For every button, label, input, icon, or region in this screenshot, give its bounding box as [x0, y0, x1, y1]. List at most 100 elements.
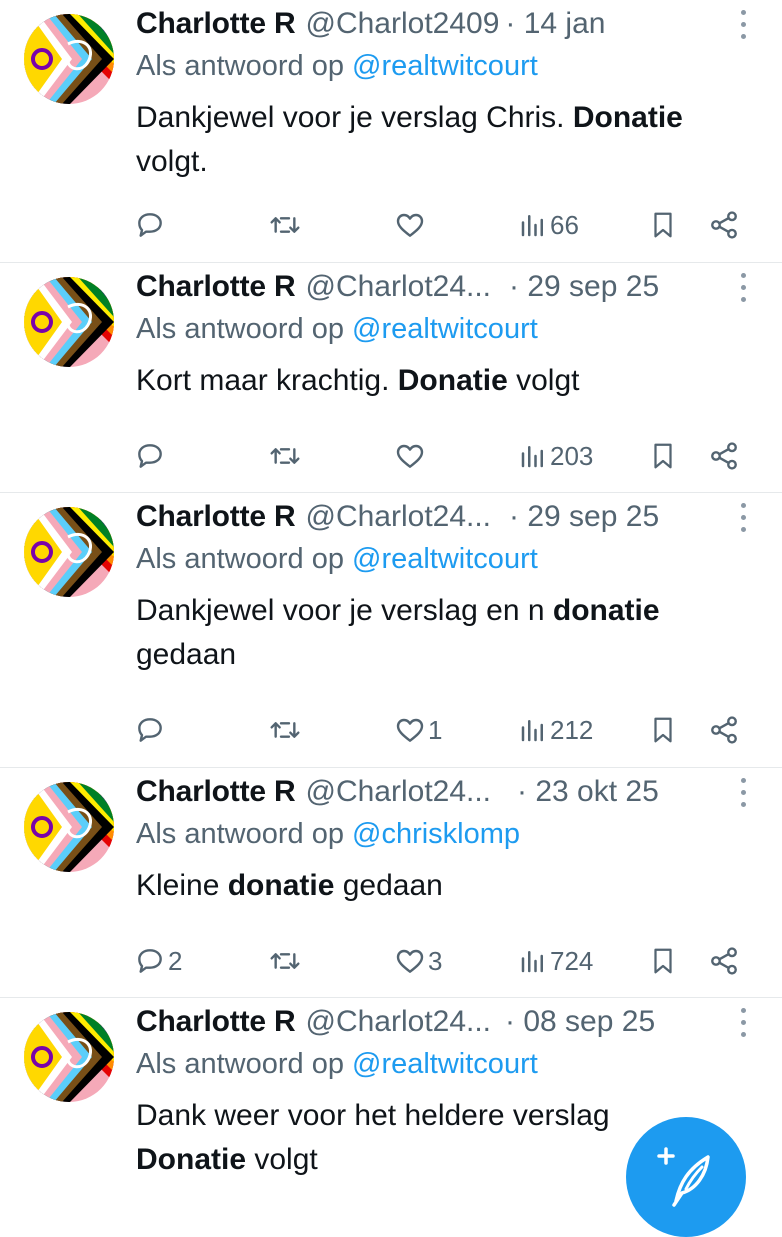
like-button[interactable]: 3 — [394, 936, 442, 986]
heart-icon — [394, 714, 426, 746]
like-button[interactable]: 1 — [394, 705, 442, 755]
bookmark-icon — [648, 440, 678, 472]
more-icon[interactable] — [738, 503, 748, 532]
reply-context: Als antwoord op @realtwitcourt — [136, 543, 538, 576]
highlighted-word: donatie — [552, 594, 660, 627]
author-handle[interactable]: @Charlot24... — [305, 500, 491, 534]
views-button[interactable]: 66 — [518, 200, 579, 250]
action-bar: 2 3 724 — [0, 936, 782, 986]
highlighted-word: Donatie — [397, 364, 508, 397]
text-segment: volgt — [246, 1143, 318, 1176]
avatar[interactable] — [24, 277, 114, 367]
reply-mention-link[interactable]: @realtwitcourt — [352, 543, 538, 575]
reply-mention-link[interactable]: @realtwitcourt — [352, 313, 538, 345]
reply-prefix: Als antwoord op — [136, 543, 353, 575]
avatar[interactable] — [24, 782, 114, 872]
author-name[interactable]: Charlotte R — [136, 775, 296, 809]
share-icon — [708, 714, 740, 746]
reply-context: Als antwoord op @realtwitcourt — [136, 50, 538, 83]
more-icon[interactable] — [738, 1008, 748, 1037]
retweet-button[interactable] — [268, 431, 302, 481]
author-handle[interactable]: @Charlot24... — [305, 775, 491, 809]
bookmark-button[interactable] — [648, 936, 678, 986]
progress-pride-flag-avatar — [24, 14, 114, 104]
author-name[interactable]: Charlotte R — [136, 7, 296, 41]
views-button[interactable]: 203 — [518, 431, 593, 481]
reply-button[interactable] — [134, 200, 166, 250]
more-icon[interactable] — [738, 273, 748, 302]
text-segment: volgt. — [136, 145, 208, 178]
tweet[interactable]: Charlotte R @Charlot24... · 23 okt 25 Al… — [0, 768, 782, 998]
like-count: 1 — [428, 714, 443, 745]
author-name[interactable]: Charlotte R — [136, 500, 296, 534]
tweet-header: Charlotte R @Charlot24... · 29 sep 25 — [136, 265, 722, 309]
avatar[interactable] — [24, 14, 114, 104]
tweet-date[interactable]: · 29 sep 25 — [509, 500, 659, 534]
speech-bubble-icon — [134, 714, 166, 746]
retweet-button[interactable] — [268, 705, 302, 755]
author-handle[interactable]: @Charlot2409 — [305, 7, 499, 41]
tweet[interactable]: Charlotte R @Charlot2409 · 14 jan Als an… — [0, 0, 782, 263]
more-icon[interactable] — [738, 10, 748, 39]
author-name[interactable]: Charlotte R — [136, 1005, 296, 1039]
bookmark-icon — [648, 714, 678, 746]
views-button[interactable]: 212 — [518, 705, 593, 755]
bookmark-button[interactable] — [648, 705, 678, 755]
reply-prefix: Als antwoord op — [136, 50, 353, 82]
avatar[interactable] — [24, 507, 114, 597]
action-bar: 66 — [0, 200, 782, 250]
progress-pride-flag-avatar — [24, 277, 114, 367]
tweet-date[interactable]: · 08 sep 25 — [505, 1005, 655, 1039]
speech-bubble-icon — [134, 945, 166, 977]
reply-button[interactable] — [134, 431, 166, 481]
bar-chart-icon — [518, 715, 548, 745]
author-handle[interactable]: @Charlot24... — [305, 270, 491, 304]
compose-button[interactable] — [626, 1117, 746, 1237]
tweet[interactable]: Charlotte R @Charlot24... · 29 sep 25 Al… — [0, 263, 782, 493]
share-button[interactable] — [708, 431, 740, 481]
author-name[interactable]: Charlotte R — [136, 270, 296, 304]
speech-bubble-icon — [134, 440, 166, 472]
reply-context: Als antwoord op @realtwitcourt — [136, 1048, 538, 1081]
retweet-button[interactable] — [268, 936, 302, 986]
reply-mention-link[interactable]: @realtwitcourt — [352, 50, 538, 82]
reply-mention-link[interactable]: @realtwitcourt — [352, 1048, 538, 1080]
bookmark-button[interactable] — [648, 200, 678, 250]
share-button[interactable] — [708, 705, 740, 755]
share-icon — [708, 945, 740, 977]
tweet-text: Kleine donatie gedaan — [136, 864, 742, 908]
like-count: 3 — [428, 945, 443, 976]
avatar[interactable] — [24, 1012, 114, 1102]
tweet-text: Dank weer voor het heldere verslag Donat… — [136, 1094, 656, 1182]
tweet-date[interactable]: · 14 jan — [505, 7, 605, 41]
bar-chart-icon — [518, 946, 548, 976]
text-segment: Dank weer voor het heldere verslag — [136, 1099, 610, 1132]
share-button[interactable] — [708, 936, 740, 986]
reply-mention-link[interactable]: @chrisklomp — [352, 818, 520, 850]
bookmark-button[interactable] — [648, 431, 678, 481]
like-button[interactable] — [394, 200, 426, 250]
reply-button[interactable]: 2 — [134, 936, 182, 986]
progress-pride-flag-avatar — [24, 507, 114, 597]
reply-prefix: Als antwoord op — [136, 1048, 353, 1080]
more-icon[interactable] — [738, 778, 748, 807]
author-handle[interactable]: @Charlot24... — [305, 1005, 491, 1039]
views-count: 212 — [550, 714, 594, 745]
share-icon — [708, 209, 740, 241]
like-button[interactable] — [394, 431, 426, 481]
tweet-header: Charlotte R @Charlot24... · 23 okt 25 — [136, 770, 722, 814]
text-segment: gedaan — [136, 638, 237, 671]
tweet-date[interactable]: · 29 sep 25 — [509, 270, 659, 304]
retweet-button[interactable] — [268, 200, 302, 250]
speech-bubble-icon — [134, 209, 166, 241]
tweet-date[interactable]: · 23 okt 25 — [517, 775, 659, 809]
reply-button[interactable] — [134, 705, 166, 755]
highlighted-word: Donatie — [136, 1143, 247, 1176]
reply-prefix: Als antwoord op — [136, 313, 353, 345]
progress-pride-flag-avatar — [24, 782, 114, 872]
tweet[interactable]: Charlotte R @Charlot24... · 29 sep 25 Al… — [0, 493, 782, 768]
action-bar: 203 — [0, 431, 782, 481]
share-button[interactable] — [708, 200, 740, 250]
views-button[interactable]: 724 — [518, 936, 593, 986]
retweet-icon — [268, 945, 302, 977]
